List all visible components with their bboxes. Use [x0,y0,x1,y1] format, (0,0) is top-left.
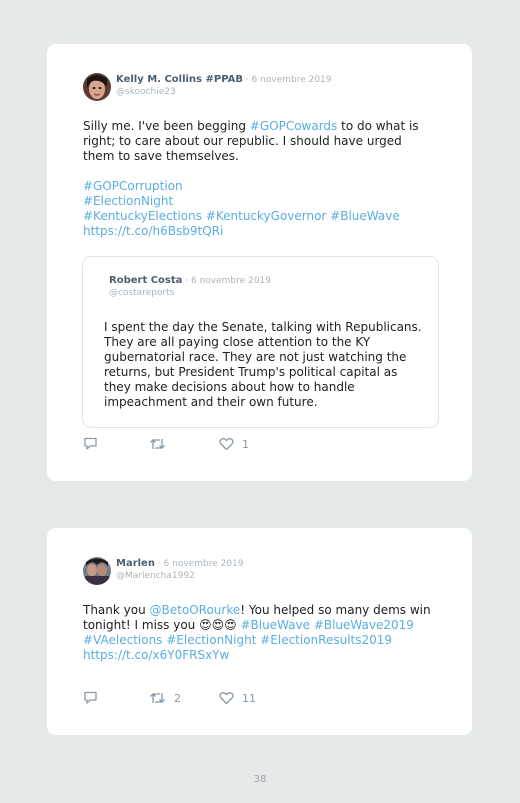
avatar[interactable] [83,73,111,101]
hashtag-link[interactable]: #GOPCorruption [83,179,443,194]
hashtag-link[interactable]: #GOPCowards [250,119,338,133]
tweet-text-part: Thank you [83,603,150,617]
tweet-text-paragraph: Thank you @BetoORourke! You helped so ma… [83,603,443,633]
reply-button[interactable] [83,436,98,452]
tweet-date: · 6 novembre 2019 [242,75,332,85]
quoted-tweet-text: I spent the day the Senate, talking with… [104,320,422,409]
like-count: 11 [242,691,256,705]
tweet-url-link[interactable]: https://t.co/h6Bsb9tQRi [83,224,443,239]
retweet-icon [150,693,165,703]
author-name-text[interactable]: Marlen [116,558,155,569]
author-name[interactable]: Kelly M. Collins #PPAB · 6 novembre 2019 [116,74,332,85]
author-handle[interactable]: @Marlencha1992 [116,571,195,581]
like-count: 1 [242,437,249,451]
tweet-date: · 6 novembre 2019 [154,559,244,569]
retweet-icon [150,439,165,449]
reply-icon [84,437,97,450]
quoted-author-name-text[interactable]: Robert Costa [109,275,182,286]
like-button[interactable]: 1 [219,436,249,452]
tweet-text: Silly me. I've been begging #GOPCowards … [83,119,433,164]
page-number: 38 [253,774,267,785]
emoji: 😍😍😍 [199,618,237,632]
quoted-tweet[interactable]: Robert Costa · 6 novembre 2019 @costarep… [82,256,439,428]
retweet-button[interactable]: 2 [149,690,181,706]
quoted-tweet-date: · 6 novembre 2019 [182,276,271,286]
avatar[interactable] [83,557,111,585]
hashtag-link[interactable]: #VAelections #ElectionNight #ElectionRes… [83,633,443,648]
author-name-text[interactable]: Kelly M. Collins #PPAB [116,74,243,85]
like-icon [219,692,234,705]
reply-icon [84,691,97,704]
quoted-author-name[interactable]: Robert Costa · 6 novembre 2019 [109,275,271,286]
reply-button[interactable] [83,690,98,706]
author-handle[interactable]: @skoochie23 [116,87,176,97]
like-button[interactable]: 11 [219,690,256,706]
retweet-button[interactable] [149,436,174,452]
like-icon [219,438,234,451]
hashtag-link[interactable]: #ElectionNight [83,194,443,209]
tweet-text: Thank you @BetoORourke! You helped so ma… [83,603,443,663]
mention-link[interactable]: @BetoORourke [150,603,241,617]
tweet-card: Kelly M. Collins #PPAB · 6 novembre 2019… [47,44,472,481]
author-name[interactable]: Marlen · 6 novembre 2019 [116,558,244,569]
tweet-url-link[interactable]: https://t.co/x6Y0FRSxYw [83,648,443,663]
tweet-card: Marlen · 6 novembre 2019 @Marlencha1992 … [47,528,472,735]
hashtag-link[interactable]: #BlueWave #BlueWave2019 [237,618,413,632]
hashtag-link[interactable]: #KentuckyElections #KentuckyGovernor #Bl… [83,209,443,224]
retweet-count: 2 [174,691,181,705]
quoted-author-handle[interactable]: @costareports [109,288,174,298]
tweet-hashtags: #GOPCorruption #ElectionNight #KentuckyE… [83,179,443,239]
tweet-text-part: Silly me. I've been begging [83,119,250,133]
